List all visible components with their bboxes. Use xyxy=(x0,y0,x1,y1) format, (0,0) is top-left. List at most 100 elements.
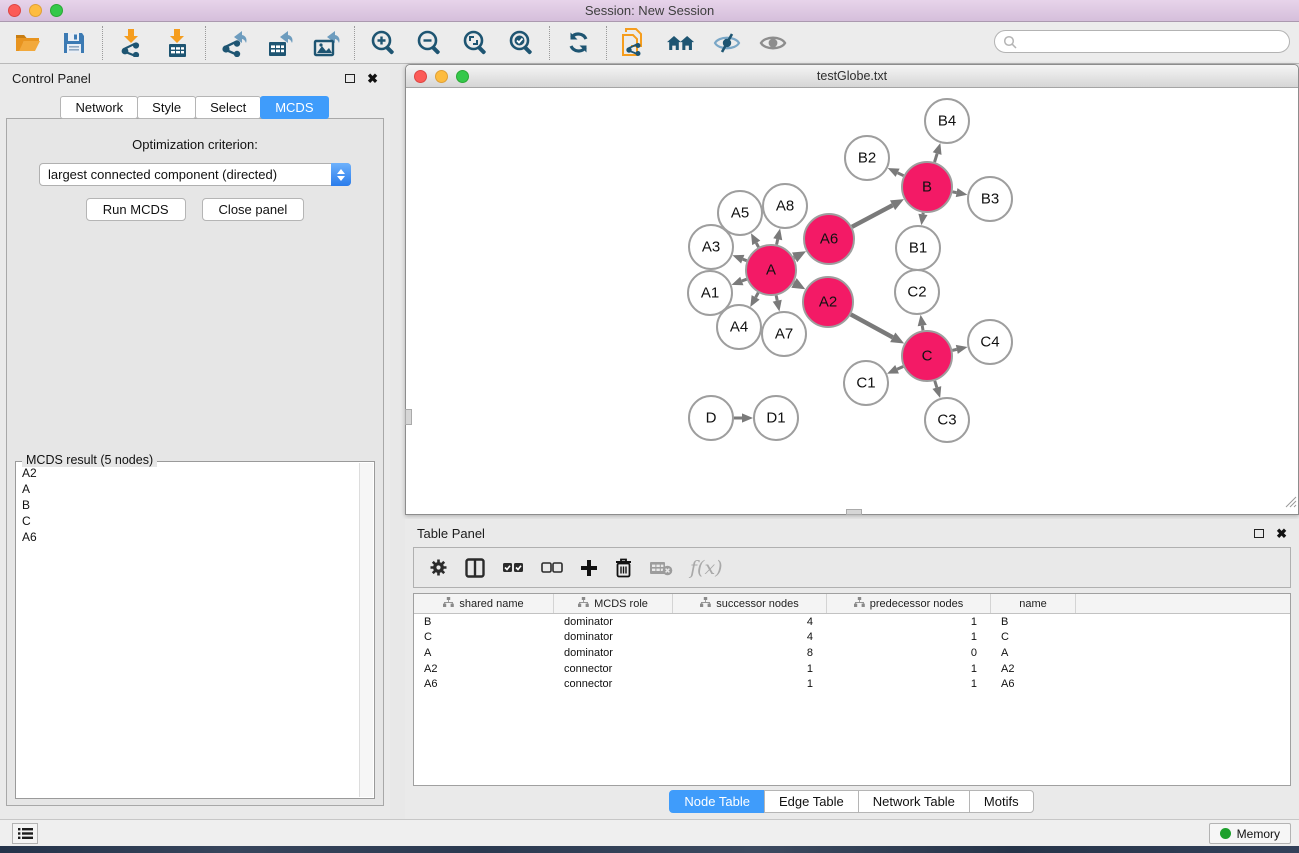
minimize-window-icon[interactable] xyxy=(29,4,42,17)
close-window-icon[interactable] xyxy=(8,4,21,17)
zoom-out-icon[interactable] xyxy=(415,29,443,57)
graph-edge-C-C2[interactable] xyxy=(922,326,923,331)
graph-edge-C-C3[interactable] xyxy=(935,381,937,388)
graph-edge-A-A3[interactable] xyxy=(743,259,747,261)
table-row[interactable]: A2connector11A2 xyxy=(414,661,1290,677)
resize-corner-handle[interactable] xyxy=(1284,495,1297,513)
table-cell: A xyxy=(414,645,554,661)
table-row[interactable]: A6connector11A6 xyxy=(414,676,1290,692)
export-image-icon[interactable] xyxy=(312,29,340,57)
graph-edge-A-A7[interactable] xyxy=(776,295,777,300)
result-list-item[interactable]: C xyxy=(22,513,359,529)
task-history-button[interactable] xyxy=(12,823,38,844)
graph-edge-C-C4[interactable] xyxy=(952,349,956,350)
graph-edge-A-A8[interactable] xyxy=(777,239,778,244)
select-all-checkboxes-icon[interactable] xyxy=(502,561,524,575)
control-panel: Control Panel ✖ NetworkStyleSelectMCDS O… xyxy=(0,64,390,819)
network-close-icon[interactable] xyxy=(414,70,427,83)
tab-node-table[interactable]: Node Table xyxy=(669,790,765,813)
result-list-item[interactable]: A6 xyxy=(22,529,359,545)
graph-edge-A-A1[interactable] xyxy=(742,279,747,281)
export-network-icon[interactable] xyxy=(220,29,248,57)
graph-edge-B-B3[interactable] xyxy=(953,192,957,193)
left-split-grip[interactable] xyxy=(405,409,412,425)
graph-edge-A2-C[interactable] xyxy=(851,314,893,337)
network-minimize-icon[interactable] xyxy=(435,70,448,83)
delete-table-icon[interactable] xyxy=(649,560,673,576)
tab-mcds[interactable]: MCDS xyxy=(260,96,328,119)
result-scrollbar[interactable] xyxy=(359,463,373,797)
open-folder-icon[interactable] xyxy=(14,29,42,57)
deselect-all-checkboxes-icon[interactable] xyxy=(541,561,563,575)
column-header-shared-name[interactable]: shared name xyxy=(414,594,554,613)
network-canvas[interactable]: B4B2BB3A5A8A6A3B1AA1C2A2A4A7C4CC1DD1C3 xyxy=(406,89,1298,514)
tab-select[interactable]: Select xyxy=(195,96,261,119)
graph-edge-B-B2[interactable] xyxy=(898,173,904,176)
graph-edge-A6-B[interactable] xyxy=(852,205,893,227)
table-cell: 1 xyxy=(673,661,827,677)
tab-edge-table[interactable]: Edge Table xyxy=(764,790,859,813)
search-box[interactable] xyxy=(994,30,1290,53)
bottom-split-grip[interactable] xyxy=(846,509,862,515)
import-table-icon[interactable] xyxy=(163,29,191,57)
arrowhead-icon xyxy=(956,188,968,197)
export-table-icon[interactable] xyxy=(266,29,294,57)
tab-style[interactable]: Style xyxy=(137,96,196,119)
new-network-from-selection-icon[interactable] xyxy=(621,29,649,57)
result-list-item[interactable]: A xyxy=(22,481,359,497)
table-float-panel-icon[interactable] xyxy=(1254,529,1264,538)
graph-edge-A-A5[interactable] xyxy=(756,243,758,247)
memory-status-icon xyxy=(1220,828,1231,839)
run-mcds-button[interactable]: Run MCDS xyxy=(86,198,186,221)
graph-edge-B-B4[interactable] xyxy=(935,154,938,163)
optimization-criterion-dropdown[interactable]: largest connected component (directed) xyxy=(39,163,351,186)
gear-icon[interactable] xyxy=(429,558,448,577)
first-neighbors-icon[interactable] xyxy=(667,29,695,57)
add-column-icon[interactable] xyxy=(580,559,598,577)
application-window: Session: New Session xyxy=(0,0,1299,853)
column-header-successor-nodes[interactable]: successor nodes xyxy=(673,594,827,613)
show-all-icon[interactable] xyxy=(759,29,787,57)
arrowhead-icon xyxy=(918,315,927,327)
float-panel-icon[interactable] xyxy=(345,74,355,83)
refresh-icon[interactable] xyxy=(564,29,592,57)
table-cell: 4 xyxy=(673,614,827,630)
result-list-item[interactable]: A2 xyxy=(22,465,359,481)
network-window-titlebar[interactable]: testGlobe.txt xyxy=(406,65,1298,88)
table-row[interactable]: Bdominator41B xyxy=(414,614,1290,630)
memory-button[interactable]: Memory xyxy=(1209,823,1291,844)
table-row[interactable]: Cdominator41C xyxy=(414,630,1290,646)
zoom-selected-icon[interactable] xyxy=(507,29,535,57)
column-header-name[interactable]: name xyxy=(991,594,1076,613)
zoom-fit-icon[interactable] xyxy=(461,29,489,57)
delete-column-icon[interactable] xyxy=(615,558,632,578)
mcds-tab-content: Optimization criterion: largest connecte… xyxy=(6,118,384,806)
graph-edge-A-A4[interactable] xyxy=(756,293,759,298)
function-builder-icon[interactable]: f(x) xyxy=(690,557,723,579)
graph-edge-C-C1[interactable] xyxy=(897,367,903,370)
search-input[interactable] xyxy=(1017,33,1289,51)
table-close-panel-icon[interactable]: ✖ xyxy=(1276,527,1287,540)
column-header-predecessor-nodes[interactable]: predecessor nodes xyxy=(827,594,991,613)
tab-network-table[interactable]: Network Table xyxy=(858,790,970,813)
hide-selected-icon[interactable] xyxy=(713,29,741,57)
save-icon[interactable] xyxy=(60,29,88,57)
zoom-in-icon[interactable] xyxy=(369,29,397,57)
tab-network[interactable]: Network xyxy=(60,96,138,119)
graph-node-label: A xyxy=(766,262,776,279)
hierarchy-icon xyxy=(700,597,711,610)
close-panel-icon[interactable]: ✖ xyxy=(367,72,378,85)
window-titlebar[interactable]: Session: New Session xyxy=(0,0,1299,22)
import-network-icon[interactable] xyxy=(117,29,145,57)
tab-motifs[interactable]: Motifs xyxy=(969,790,1034,813)
result-list-item[interactable]: B xyxy=(22,497,359,513)
column-split-icon[interactable] xyxy=(465,558,485,578)
column-header-MCDS-role[interactable]: MCDS role xyxy=(554,594,673,613)
table-row[interactable]: Adominator80A xyxy=(414,645,1290,661)
graph-node-label: B4 xyxy=(938,113,956,130)
zoom-window-icon[interactable] xyxy=(50,4,63,17)
close-panel-button[interactable]: Close panel xyxy=(202,198,305,221)
arrowhead-icon xyxy=(732,277,744,286)
network-zoom-icon[interactable] xyxy=(456,70,469,83)
table-cell: A6 xyxy=(414,676,554,692)
